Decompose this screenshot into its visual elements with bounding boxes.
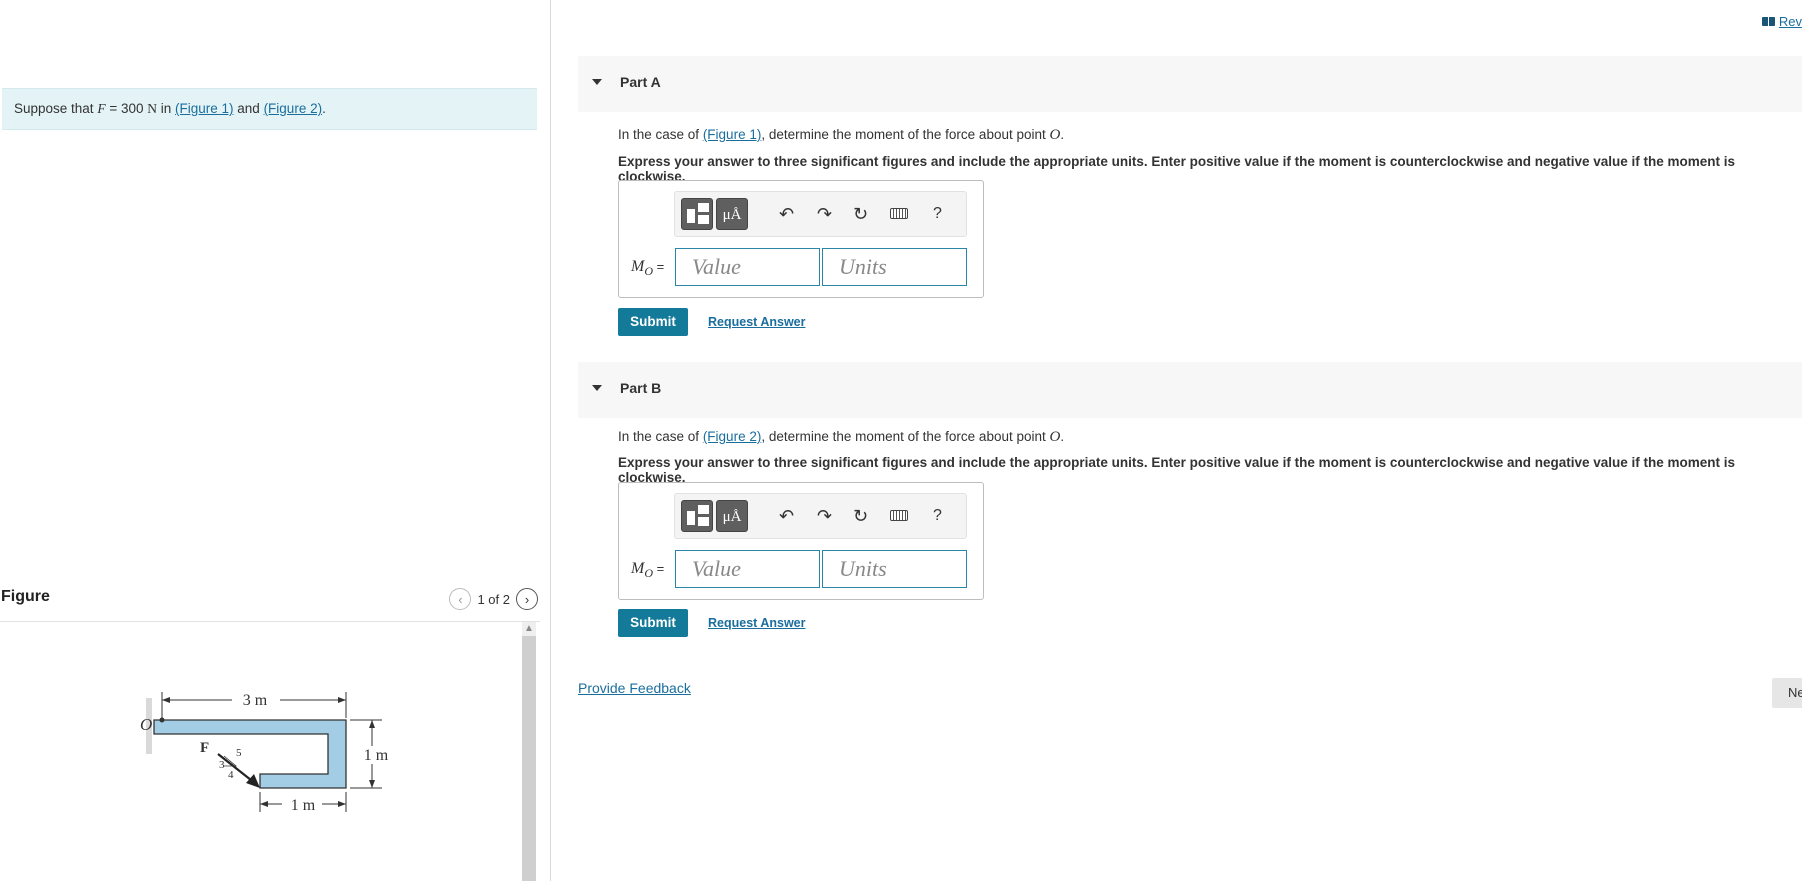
part-b-answer-box: μÅ ↶ ↷ ↻ ? MO = Value Units [618,482,984,600]
question-end: . [1060,429,1065,444]
part-a-toolbar: μÅ ↶ ↷ ↻ ? [674,191,967,237]
intro-unit: N [147,101,157,116]
figure-header: Figure ‹ 1 of 2 › [0,588,540,622]
scroll-up-icon[interactable]: ▲ [522,622,536,636]
part-a-header[interactable]: Part A [578,56,1802,112]
problem-intro: Suppose that F = 300 N in (Figure 1) and… [2,88,537,130]
value-input[interactable]: Value [675,550,820,588]
slope-5-label: 5 [236,747,242,759]
caret-down-icon[interactable] [592,385,602,391]
arrow-head [162,697,170,703]
redo-icon[interactable]: ↷ [817,506,832,526]
intro-eq: = 300 [105,101,148,116]
book-icon [1761,17,1775,26]
next-button[interactable]: Ne [1772,678,1802,708]
part-b-figure-link[interactable]: (Figure 2) [703,429,762,444]
arrow-head [338,697,346,703]
question-text: In the case of [618,429,703,444]
undo-icon[interactable]: ↶ [779,204,794,224]
keyboard-icon[interactable] [890,510,908,521]
part-a-title: Part A [620,74,661,90]
dim-top-label: 3 m [243,692,268,709]
arrow-head [369,780,375,788]
part-a-submit-button[interactable]: Submit [618,308,688,336]
help-icon[interactable]: ? [933,204,942,224]
intro-var-f: F [97,101,106,116]
templates-button[interactable] [681,198,713,230]
part-b-question: In the case of (Figure 2), determine the… [618,429,1064,446]
question-text: , determine the moment of the force abou… [761,429,1050,444]
figure-title: Figure [1,588,50,605]
templates-button[interactable] [681,500,713,532]
units-button[interactable]: μÅ [716,198,748,230]
chevron-left-icon[interactable]: ‹ [449,588,472,610]
part-b-request-answer-link[interactable]: Request Answer [708,616,805,630]
figure-diagram: 3 m 1 m 1 m 3 4 5 O F [140,690,390,814]
question-end: . [1060,127,1065,142]
part-b-header[interactable]: Part B [578,362,1802,418]
intro-end: . [322,101,326,116]
slope-3-label: 3 [219,759,225,771]
arrow-head [260,801,268,807]
arrow-head [369,720,375,728]
mo-label: MO = [631,560,665,581]
point-o-label: O [140,715,152,734]
help-icon[interactable]: ? [933,506,942,526]
part-b-toolbar: μÅ ↶ ↷ ↻ ? [674,493,967,539]
force-arrowhead [246,774,260,788]
figure-scrollbar[interactable] [522,622,536,881]
dim-bottom-label: 1 m [291,797,316,814]
review-label: Rev [1778,14,1802,29]
figure-2-link[interactable]: (Figure 2) [264,101,323,116]
part-a-answer-box: μÅ ↶ ↷ ↻ ? MO = Value Units [618,180,984,298]
undo-icon[interactable]: ↶ [779,506,794,526]
units-button[interactable]: μÅ [716,500,748,532]
units-input[interactable]: Units [822,248,967,286]
keyboard-icon[interactable] [890,208,908,219]
reset-icon[interactable]: ↻ [853,204,868,224]
point-o-dot [159,717,165,723]
bracket [153,719,347,789]
figure-1-link[interactable]: (Figure 1) [175,101,234,116]
caret-down-icon[interactable] [592,79,602,85]
pager-text: 1 of 2 [477,591,510,607]
part-b-submit-button[interactable]: Submit [618,609,688,637]
intro-text: Suppose that [14,101,98,116]
provide-feedback-link[interactable]: Provide Feedback [578,680,691,696]
reset-icon[interactable]: ↻ [853,506,868,526]
intro-mid: in [157,101,176,116]
units-input[interactable]: Units [822,550,967,588]
part-a-figure-link[interactable]: (Figure 1) [703,127,762,142]
part-b-title: Part B [620,380,662,396]
question-point: O [1049,127,1061,143]
force-label: F [200,740,209,756]
question-text: In the case of [618,127,703,142]
question-point: O [1049,429,1061,445]
part-b-instruction: Express your answer to three significant… [618,455,1736,485]
part-a-request-answer-link[interactable]: Request Answer [708,315,805,329]
dim-right-label: 1 m [364,747,389,764]
slope-4-label: 4 [228,769,234,781]
figure-pager: ‹ 1 of 2 › [449,588,538,610]
part-a-question: In the case of (Figure 1), determine the… [618,127,1064,144]
redo-icon[interactable]: ↷ [817,204,832,224]
pane-divider[interactable] [550,0,551,881]
chevron-right-icon[interactable]: › [516,588,538,610]
value-input[interactable]: Value [675,248,820,286]
intro-and: and [233,101,264,116]
mo-label: MO = [631,258,665,279]
review-link[interactable]: Rev [1761,14,1802,29]
question-text: , determine the moment of the force abou… [761,127,1050,142]
arrow-head [338,801,346,807]
left-pane: Suppose that F = 300 N in (Figure 1) and… [0,0,550,881]
